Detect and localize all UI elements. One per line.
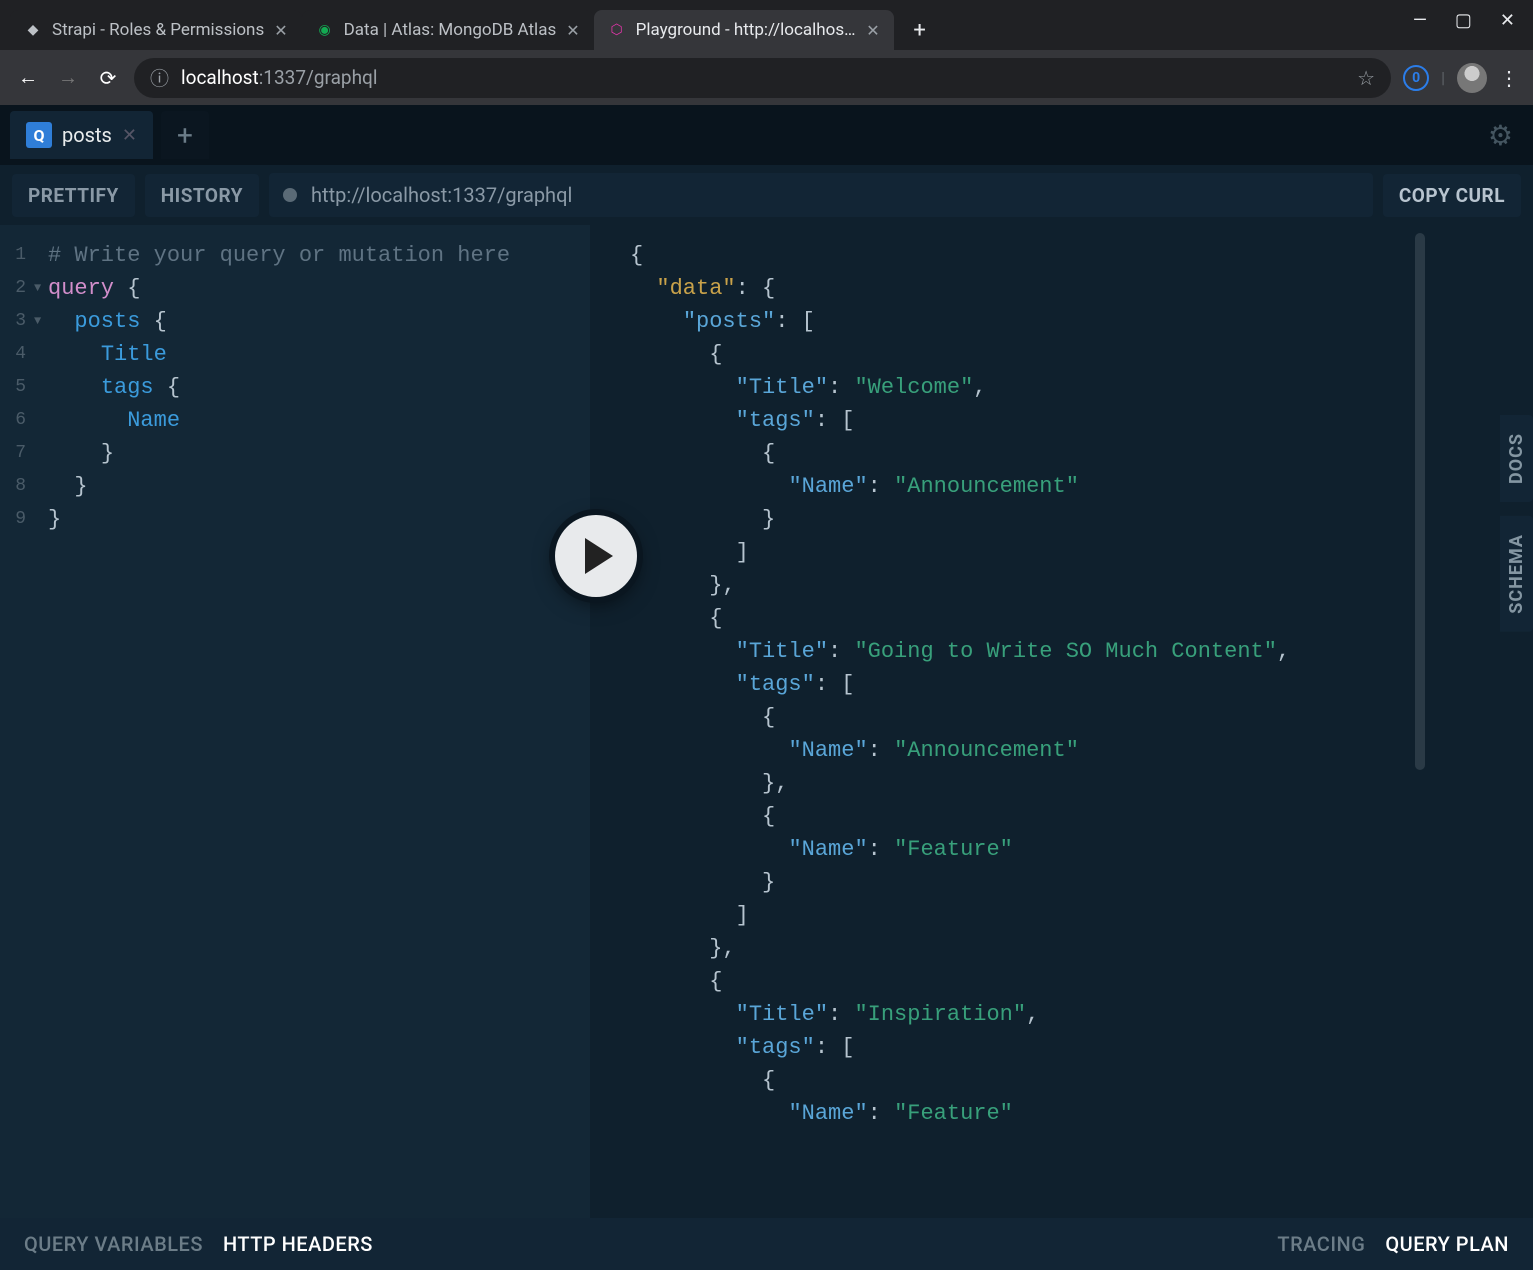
fold-icon[interactable]: ▼	[34, 305, 41, 338]
play-icon	[585, 538, 613, 574]
browser-tab-strapi[interactable]: ◆ Strapi - Roles & Permissions ✕	[10, 10, 302, 50]
minimize-icon[interactable]: —	[1413, 10, 1427, 31]
fold-icon[interactable]: ▼	[34, 272, 41, 305]
query-plan-tab[interactable]: QUERY PLAN	[1385, 1232, 1509, 1256]
url-host: localhost	[181, 66, 259, 89]
schema-drawer-tab[interactable]: SCHEMA	[1500, 516, 1533, 632]
scrollbar-thumb[interactable]	[1415, 233, 1425, 770]
endpoint-input[interactable]: http://localhost:1337/graphql	[269, 173, 1373, 217]
toolbar: PRETTIFY HISTORY http://localhost:1337/g…	[0, 165, 1533, 225]
result-json: { "data": { "posts": [ { "Title": "Welco…	[590, 239, 1523, 1130]
copy-curl-button[interactable]: COPY CURL	[1383, 174, 1521, 217]
close-icon[interactable]: ✕	[122, 125, 137, 146]
tracing-tab[interactable]: TRACING	[1277, 1232, 1365, 1256]
run-query-button[interactable]	[555, 515, 637, 597]
browser-tabs: ◆ Strapi - Roles & Permissions ✕ ◉ Data …	[0, 0, 1413, 50]
browser-tab-title: Playground - http://localhost:133	[636, 20, 857, 40]
browser-tab-title: Strapi - Roles & Permissions	[52, 20, 264, 40]
query-tab-title: posts	[62, 123, 112, 147]
url-bar[interactable]: ⓘ localhost:1337/graphql ☆	[134, 58, 1391, 98]
avatar[interactable]	[1457, 63, 1487, 93]
query-tab-posts[interactable]: Q posts ✕	[10, 111, 153, 159]
history-button[interactable]: HISTORY	[145, 174, 259, 217]
extension-icon[interactable]: 0	[1403, 65, 1429, 91]
gear-icon[interactable]: ⚙	[1488, 119, 1513, 152]
close-window-icon[interactable]: ✕	[1500, 10, 1515, 31]
back-button[interactable]: ←	[14, 64, 42, 92]
star-icon[interactable]: ☆	[1357, 66, 1375, 90]
separator: |	[1441, 68, 1445, 87]
close-icon[interactable]: ✕	[274, 21, 287, 40]
new-query-tab-button[interactable]: +	[161, 111, 209, 159]
browser-chrome: ◆ Strapi - Roles & Permissions ✕ ◉ Data …	[0, 0, 1533, 105]
docs-drawer-tab[interactable]: DOCS	[1500, 415, 1533, 502]
query-code: # Write your query or mutation here quer…	[0, 239, 590, 536]
playground-footer: QUERY VARIABLES HTTP HEADERS TRACING QUE…	[0, 1218, 1533, 1270]
status-dot-icon	[283, 188, 297, 202]
query-badge: Q	[26, 122, 52, 148]
query-variables-tab[interactable]: QUERY VARIABLES	[24, 1232, 203, 1256]
browser-tab-playground[interactable]: ⬡ Playground - http://localhost:133 ✕	[594, 10, 894, 50]
workspace: 1 2 3 4 5 6 7 8 9 # Write your query or …	[0, 225, 1533, 1218]
graphql-icon: ⬡	[608, 21, 626, 39]
strapi-icon: ◆	[24, 21, 42, 39]
close-icon[interactable]: ✕	[866, 21, 879, 40]
titlebar: ◆ Strapi - Roles & Permissions ✕ ◉ Data …	[0, 0, 1533, 50]
close-icon[interactable]: ✕	[566, 21, 579, 40]
forward-button[interactable]: →	[54, 64, 82, 92]
maximize-icon[interactable]: ▢	[1455, 10, 1472, 31]
prettify-button[interactable]: PRETTIFY	[12, 174, 135, 217]
menu-icon[interactable]: ⋮	[1499, 66, 1519, 90]
window-controls: — ▢ ✕	[1413, 0, 1533, 50]
result-pane[interactable]: { "data": { "posts": [ { "Title": "Welco…	[590, 225, 1533, 1218]
line-gutter: 1 2 3 4 5 6 7 8 9	[6, 239, 26, 536]
side-drawers: DOCS SCHEMA	[1500, 415, 1533, 632]
graphql-playground: Q posts ✕ + ⚙ PRETTIFY HISTORY http://lo…	[0, 105, 1533, 1270]
endpoint-url: http://localhost:1337/graphql	[311, 183, 572, 207]
url-path: :1337/graphql	[259, 66, 378, 89]
reload-button[interactable]: ⟳	[94, 64, 122, 92]
browser-tab-title: Data | Atlas: MongoDB Atlas	[344, 20, 557, 40]
mongo-icon: ◉	[316, 21, 334, 39]
new-tab-button[interactable]: +	[902, 12, 938, 48]
address-bar-row: ← → ⟳ ⓘ localhost:1337/graphql ☆ 0 | ⋮	[0, 50, 1533, 105]
browser-tab-atlas[interactable]: ◉ Data | Atlas: MongoDB Atlas ✕	[302, 10, 594, 50]
scrollbar[interactable]	[1415, 233, 1425, 1210]
query-editor[interactable]: 1 2 3 4 5 6 7 8 9 # Write your query or …	[0, 225, 590, 1218]
info-icon[interactable]: ⓘ	[150, 64, 169, 91]
http-headers-tab[interactable]: HTTP HEADERS	[223, 1232, 373, 1256]
playground-tabs: Q posts ✕ + ⚙	[0, 105, 1533, 165]
